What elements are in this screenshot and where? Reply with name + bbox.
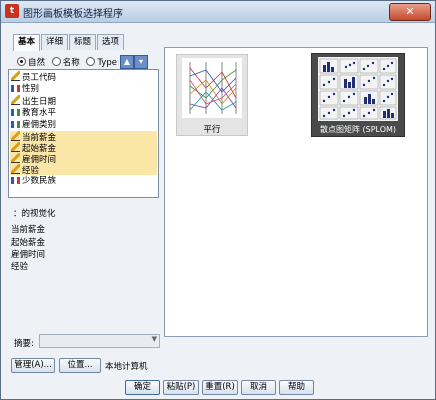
paste-button[interactable]: 粘贴(P) — [163, 380, 199, 395]
visualized-variable: 起始薪金 — [11, 238, 46, 248]
variable-name: 雇佣类别 — [22, 120, 57, 130]
parallel-chart-icon — [182, 58, 242, 118]
sort-dropdown-button[interactable]: ▾ — [134, 55, 148, 69]
splom-chart-icon — [318, 57, 398, 121]
summary-label: 摘要: — [14, 339, 34, 349]
scale-icon — [11, 142, 20, 152]
variable-item-selected[interactable]: 当前薪金 — [10, 131, 157, 143]
variable-name: 性别 — [22, 84, 40, 94]
variable-item[interactable]: 性别 — [10, 83, 157, 94]
sort-name-option[interactable]: 名称 — [51, 57, 80, 68]
visualized-variable: 雇佣时间 — [11, 250, 46, 260]
manage-button[interactable]: 管理(A)... — [11, 358, 55, 373]
ok-button[interactable]: 确定 — [125, 380, 160, 395]
sort-name-label: 名称 — [62, 58, 80, 68]
window-title: 图形画板模板选择程序 — [23, 9, 123, 20]
radio-icon — [17, 57, 26, 66]
gallery-item-splom[interactable]: 散点图矩阵 (SPLOM) — [311, 53, 405, 137]
variable-item[interactable]: 少数民族 — [10, 175, 157, 186]
visualized-variable: 当前薪金 — [11, 225, 46, 235]
visualization-heading: ：的视觉化 — [13, 209, 56, 219]
dialog-window: t 图形画板模板选择程序 ✕ 基本 详细 标题 选项 自然 名称 Type ▲ … — [0, 0, 436, 400]
tab-details[interactable]: 详细 — [41, 34, 69, 50]
nominal-icon — [11, 85, 20, 92]
sort-radio-group: 自然 名称 Type — [17, 56, 121, 68]
scale-icon — [11, 95, 20, 105]
location-value: 本地计算机 — [105, 362, 148, 372]
variable-name: 员工代码 — [22, 73, 57, 83]
radio-icon — [86, 57, 96, 66]
title-bar: t 图形画板模板选择程序 ✕ — [1, 1, 435, 23]
sort-type-option[interactable]: Type — [86, 57, 117, 68]
ordinal-icon — [11, 121, 20, 128]
variable-name: 教育水平 — [22, 108, 57, 118]
tab-strip: 基本 详细 标题 选项 — [13, 34, 125, 51]
variable-item-selected[interactable]: 雇佣时间 — [10, 153, 157, 165]
radio-icon — [51, 57, 61, 66]
summary-dropdown[interactable]: ▼ — [39, 334, 160, 348]
app-icon: t — [5, 4, 19, 18]
location-button[interactable]: 位置... — [59, 358, 101, 373]
variable-item[interactable]: 雇佣类别 — [10, 119, 157, 130]
tab-basic[interactable]: 基本 — [13, 34, 41, 51]
variable-item[interactable]: 员工代码 — [10, 71, 157, 83]
sort-natural-option[interactable]: 自然 — [17, 57, 46, 68]
help-button[interactable]: 帮助 — [279, 380, 314, 395]
tab-titles[interactable]: 标题 — [69, 34, 97, 50]
scale-icon — [11, 153, 20, 163]
scale-icon — [11, 131, 20, 141]
tab-options[interactable]: 选项 — [97, 34, 125, 50]
variable-list[interactable]: 员工代码 性别 出生日期 教育水平 雇佣类别 当前薪金 起始薪金 雇佣时间 经验… — [8, 69, 159, 198]
reset-button[interactable]: 重置(R) — [202, 380, 238, 395]
gallery-item-parallel[interactable]: 平行 — [176, 54, 248, 136]
sort-natural-label: 自然 — [28, 58, 46, 68]
chevron-down-icon: ▼ — [151, 335, 157, 343]
visualized-variable: 经验 — [11, 262, 29, 272]
variable-item[interactable]: 出生日期 — [10, 95, 157, 107]
scale-icon — [11, 71, 20, 81]
gallery-item-label: 散点图矩阵 (SPLOM) — [319, 125, 397, 134]
ordinal-icon — [11, 109, 20, 116]
variable-item-selected[interactable]: 起始薪金 — [10, 142, 157, 154]
gallery-item-label: 平行 — [203, 125, 221, 135]
variable-name: 少数民族 — [22, 176, 57, 186]
sort-ascending-button[interactable]: ▲ — [120, 55, 134, 69]
variable-item[interactable]: 教育水平 — [10, 107, 157, 118]
template-gallery: 平行 散点图矩阵 (SPLOM) — [164, 47, 428, 337]
variable-item-selected[interactable]: 经验 — [10, 164, 157, 176]
variable-name: 出生日期 — [22, 97, 57, 107]
cancel-button[interactable]: 取消 — [241, 380, 276, 395]
sort-type-label: Type — [97, 58, 117, 68]
nominal-icon — [11, 177, 20, 184]
scale-icon — [11, 164, 20, 174]
close-button[interactable]: ✕ — [389, 3, 431, 21]
